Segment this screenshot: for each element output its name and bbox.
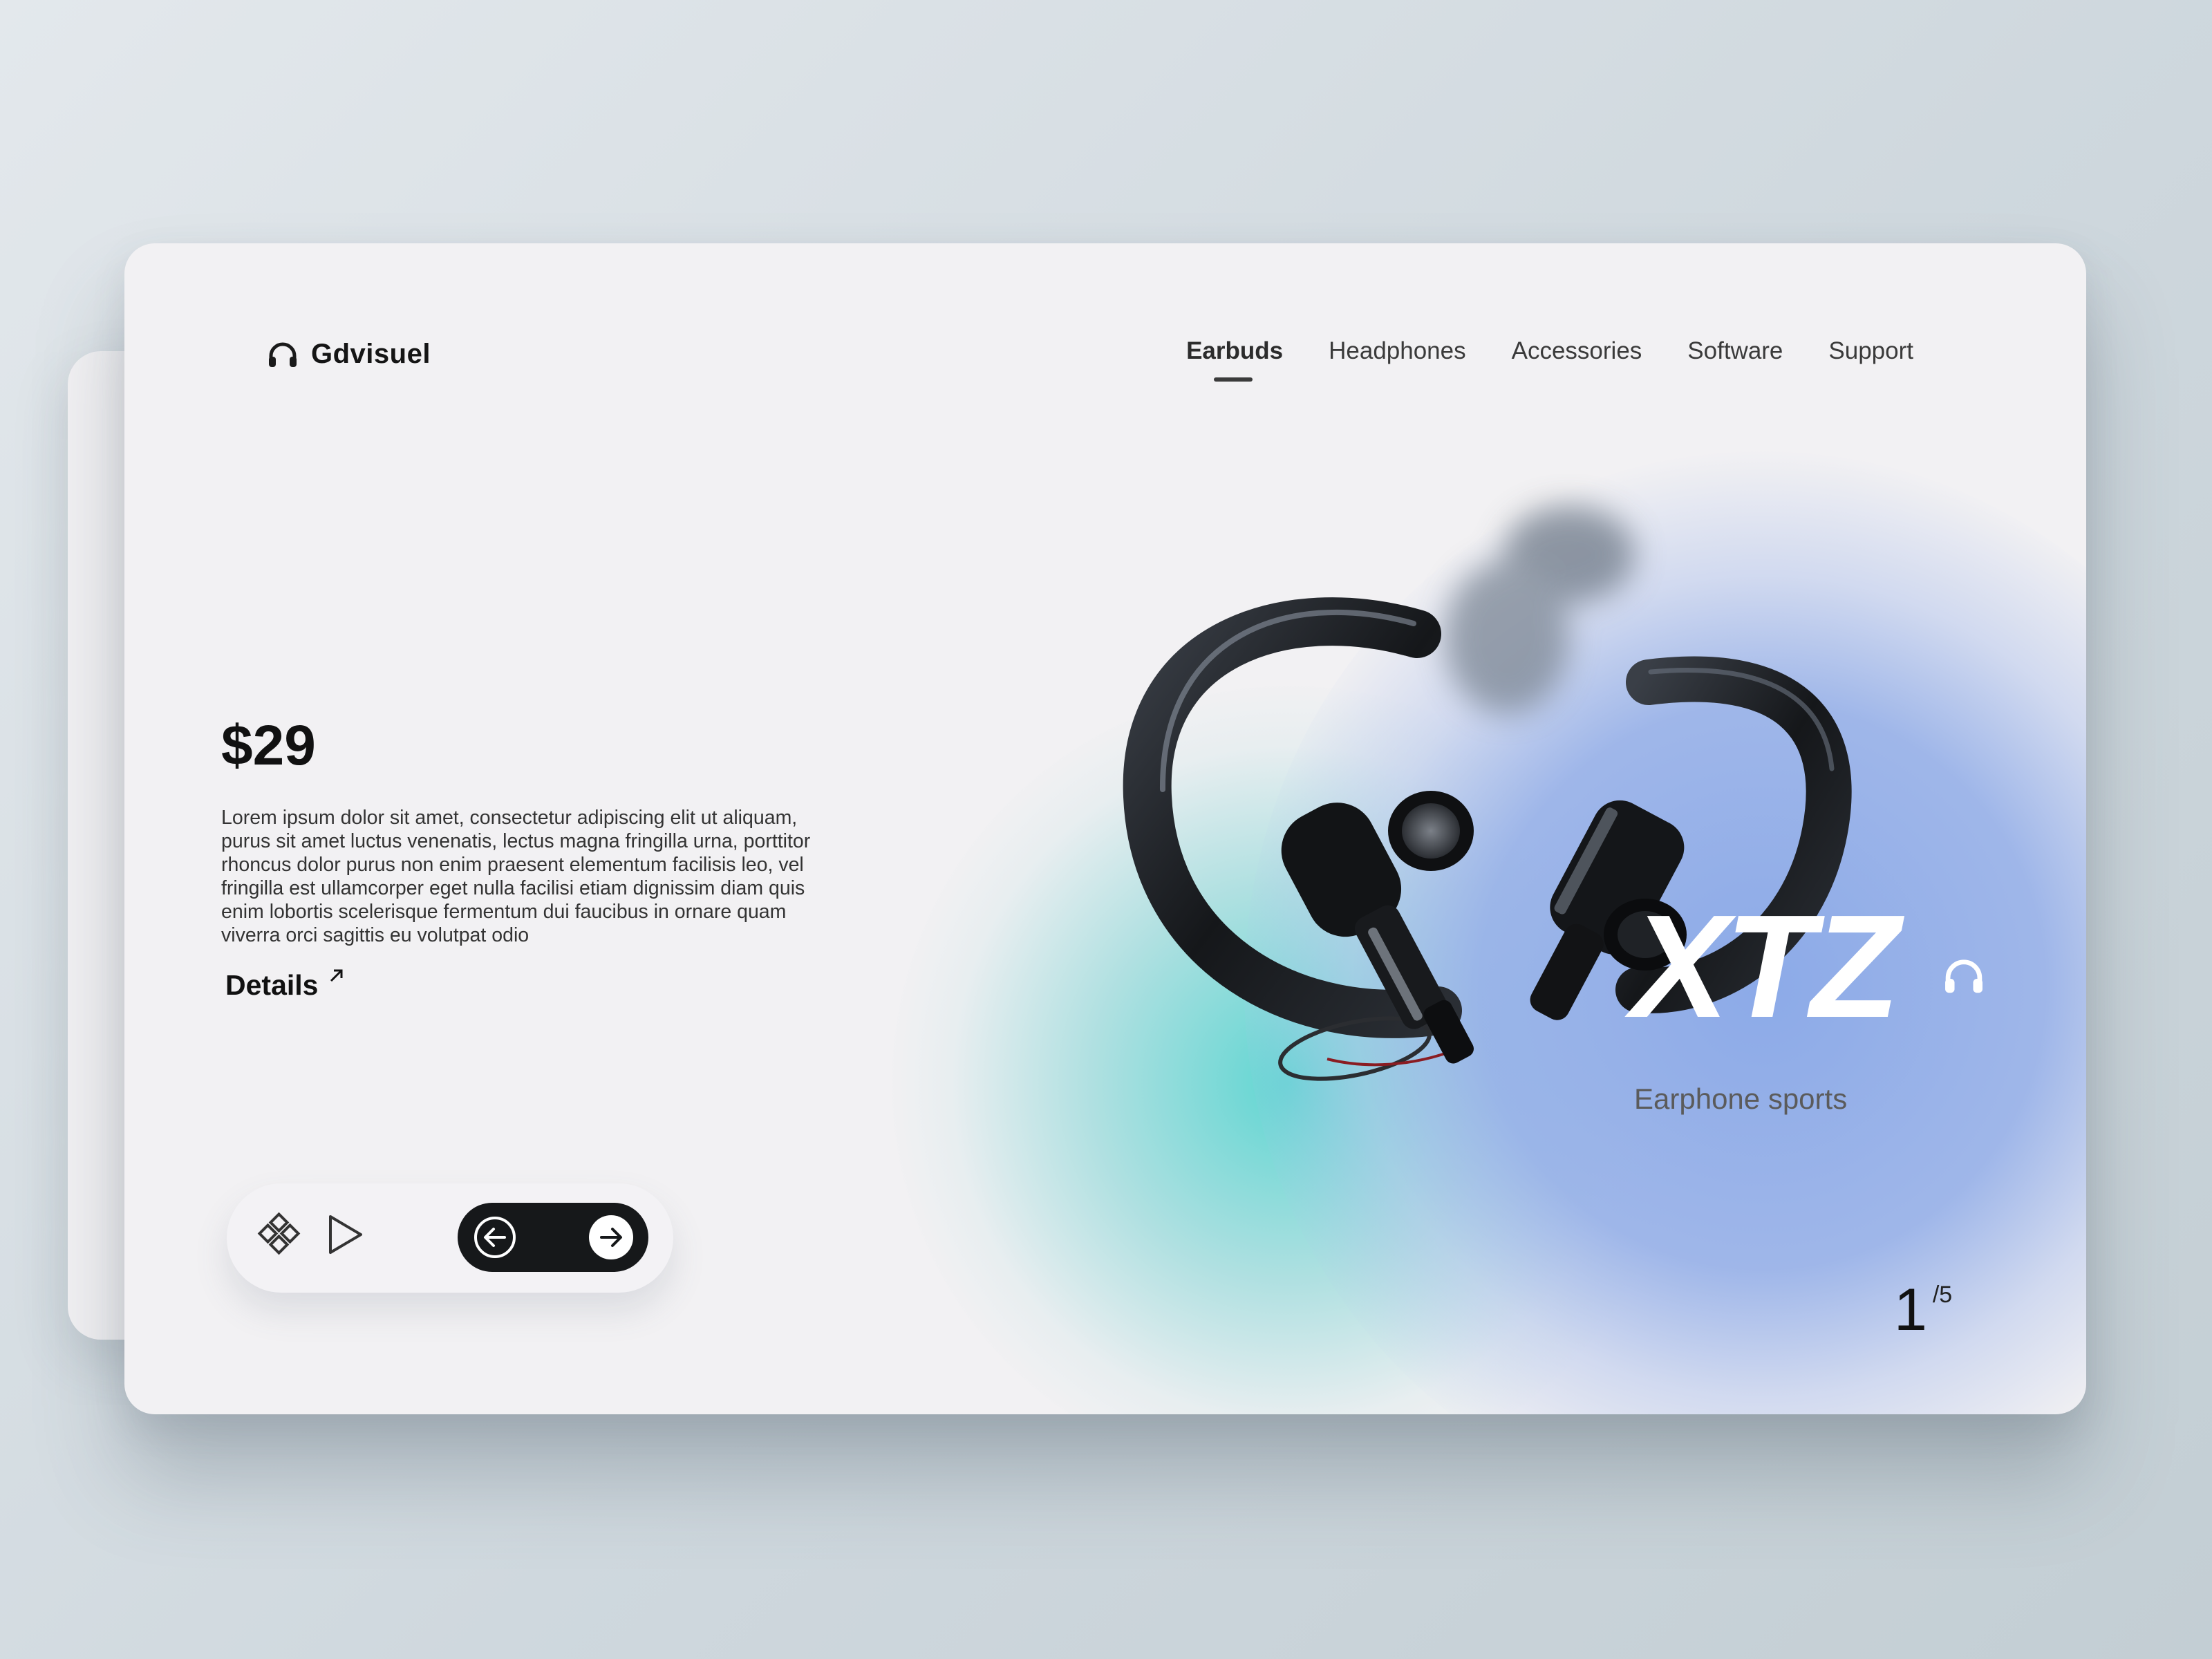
current-page: 1: [1894, 1277, 1927, 1343]
diamond-grid-icon[interactable]: [256, 1211, 303, 1258]
details-link[interactable]: Details: [225, 969, 346, 1002]
headphones-icon: [267, 341, 299, 368]
arrow-right-circle-icon[interactable]: [588, 1214, 635, 1261]
nav-item-earbuds[interactable]: Earbuds: [1186, 337, 1283, 382]
page-counter: 1 /5: [1894, 1280, 1952, 1340]
main-nav: Earbuds Headphones Accessories Software …: [1186, 337, 1913, 382]
nav-item-support[interactable]: Support: [1828, 337, 1913, 365]
headphones-icon: [1942, 957, 1985, 995]
brand-name: Gdvisuel: [311, 339, 431, 369]
product-description: Lorem ipsum dolor sit amet, consectetur …: [221, 807, 811, 946]
product-name: XTZ: [1631, 884, 1900, 1048]
media-controls: [227, 1183, 673, 1293]
arrow-up-right-icon: [328, 969, 346, 984]
play-icon[interactable]: [321, 1211, 368, 1258]
arrow-left-circle-icon[interactable]: [471, 1214, 518, 1261]
slide-navigation: [458, 1203, 648, 1272]
nav-item-software[interactable]: Software: [1687, 337, 1783, 365]
product-subtitle: Earphone sports: [1634, 1082, 1848, 1115]
nav-item-accessories[interactable]: Accessories: [1512, 337, 1642, 365]
product-card: Gdvisuel Earbuds Headphones Accessories …: [124, 243, 2086, 1414]
brand-logo[interactable]: Gdvisuel: [267, 339, 431, 370]
product-price: $29: [221, 714, 316, 777]
total-pages: /5: [1932, 1282, 1953, 1308]
nav-item-headphones[interactable]: Headphones: [1329, 337, 1466, 365]
details-label: Details: [225, 969, 319, 1001]
